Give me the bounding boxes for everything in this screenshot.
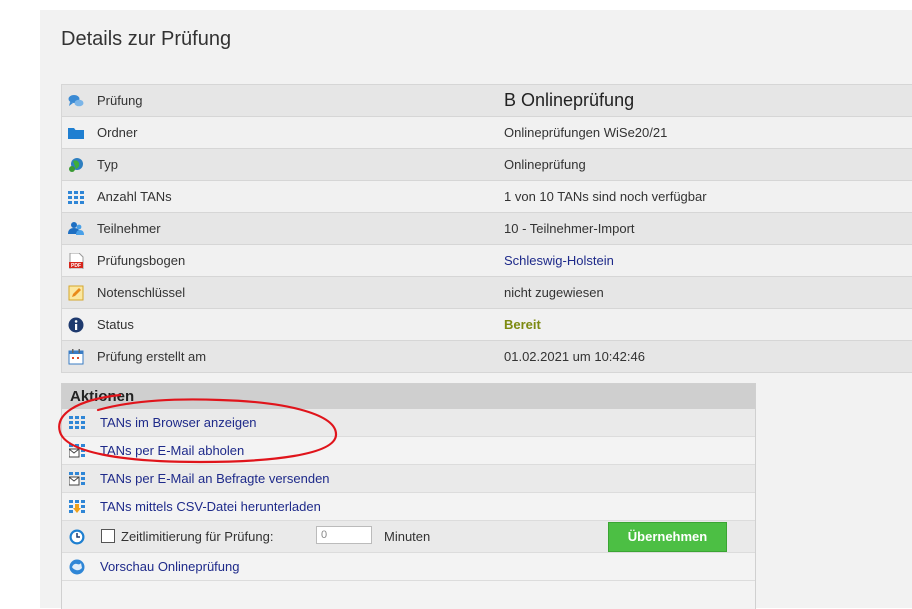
action-label[interactable]: TANs per E-Mail abholen	[100, 443, 244, 458]
time-limit-checkbox[interactable]	[101, 529, 115, 543]
detail-value-grading-key: nicht zugewiesen	[504, 285, 604, 300]
action-tans-email-send[interactable]: TANs per E-Mail an Befragte versenden	[62, 465, 755, 493]
users-icon	[68, 221, 84, 237]
detail-row-anzahl-tans: Anzahl TANs 1 von 10 TANs sind noch verf…	[61, 181, 912, 213]
detail-row-notenschluessel: Notenschlüssel nicht zugewiesen	[61, 277, 912, 309]
details-table: Prüfung B Onlineprüfung Ordner Onlineprü…	[61, 84, 912, 373]
detail-row-ordner: Ordner Onlineprüfungen WiSe20/21	[61, 117, 912, 149]
detail-label: Typ	[97, 157, 118, 172]
svg-text:PDF: PDF	[71, 263, 81, 269]
tan-grid-icon	[69, 415, 85, 430]
pdf-icon: PDF	[68, 252, 84, 270]
detail-label: Teilnehmer	[97, 221, 161, 236]
questionnaire-link[interactable]: Schleswig-Holstein	[504, 253, 614, 268]
time-limit-unit: Minuten	[384, 529, 431, 544]
detail-value-folder: Onlineprüfungen WiSe20/21	[504, 125, 668, 140]
detail-label: Status	[97, 317, 134, 332]
actions-box: Aktionen TANs im Browser anzeigen TANs p…	[61, 383, 756, 609]
actions-list: TANs im Browser anzeigen TANs per E-Mail…	[62, 409, 755, 581]
speech-bubbles-icon	[68, 93, 84, 109]
status-badge: Bereit	[504, 317, 541, 332]
time-limit-label: Zeitlimitierung für Prüfung:	[121, 529, 274, 544]
tan-mail-icon	[68, 471, 85, 486]
action-label[interactable]: TANs mittels CSV-Datei herunterladen	[100, 499, 321, 514]
action-time-limit: Zeitlimitierung für Prüfung: Minuten Übe…	[62, 521, 755, 553]
detail-label: Prüfung	[97, 93, 143, 108]
calendar-icon	[68, 349, 84, 365]
detail-label: Notenschlüssel	[97, 285, 186, 300]
detail-label: Prüfungsbogen	[97, 253, 186, 268]
actions-header: Aktionen	[62, 384, 755, 409]
detail-label: Prüfung erstellt am	[97, 349, 207, 364]
action-label[interactable]: TANs per E-Mail an Befragte versenden	[100, 471, 330, 486]
detail-row-erstellt-am: Prüfung erstellt am 01.02.2021 um 10:42:…	[61, 341, 912, 373]
page-title: Details zur Prüfung	[61, 28, 232, 50]
detail-value-type: Onlineprüfung	[504, 157, 586, 172]
detail-value-tan-count: 1 von 10 TANs sind noch verfügbar	[504, 189, 707, 204]
action-tans-csv-download[interactable]: TANs mittels CSV-Datei herunterladen	[62, 493, 755, 521]
clock-icon	[69, 529, 85, 545]
tan-download-icon	[69, 499, 85, 514]
detail-label: Ordner	[97, 125, 138, 140]
action-label[interactable]: TANs im Browser anzeigen	[100, 415, 257, 430]
action-label[interactable]: Vorschau Onlineprüfung	[100, 559, 239, 574]
detail-value-exam-name: B Onlineprüfung	[504, 90, 635, 110]
grid-icon	[68, 189, 84, 205]
detail-value-participants: 10 - Teilnehmer-Import	[504, 221, 635, 236]
tan-mail-icon	[68, 443, 85, 458]
detail-label: Anzahl TANs	[97, 189, 172, 204]
detail-row-pruefungsbogen: PDF Prüfungsbogen Schleswig-Holstein	[61, 245, 912, 277]
action-preview[interactable]: Vorschau Onlineprüfung	[62, 553, 755, 581]
action-tans-email-pickup[interactable]: TANs per E-Mail abholen	[62, 437, 755, 465]
detail-row-teilnehmer: Teilnehmer 10 - Teilnehmer-Import	[61, 213, 912, 245]
preview-icon	[69, 559, 85, 575]
detail-row-status: Status Bereit	[61, 309, 912, 341]
info-icon	[68, 317, 84, 333]
action-show-tans-browser[interactable]: TANs im Browser anzeigen	[62, 409, 755, 437]
type-icon	[68, 157, 84, 173]
folder-icon	[68, 125, 84, 141]
detail-value-created-at: 01.02.2021 um 10:42:46	[504, 349, 645, 364]
detail-row-typ: Typ Onlineprüfung	[61, 149, 912, 181]
detail-row-pruefung: Prüfung B Onlineprüfung	[61, 85, 912, 117]
time-limit-input[interactable]	[316, 526, 372, 544]
pencil-icon	[68, 285, 84, 301]
apply-button[interactable]: Übernehmen	[608, 522, 727, 552]
